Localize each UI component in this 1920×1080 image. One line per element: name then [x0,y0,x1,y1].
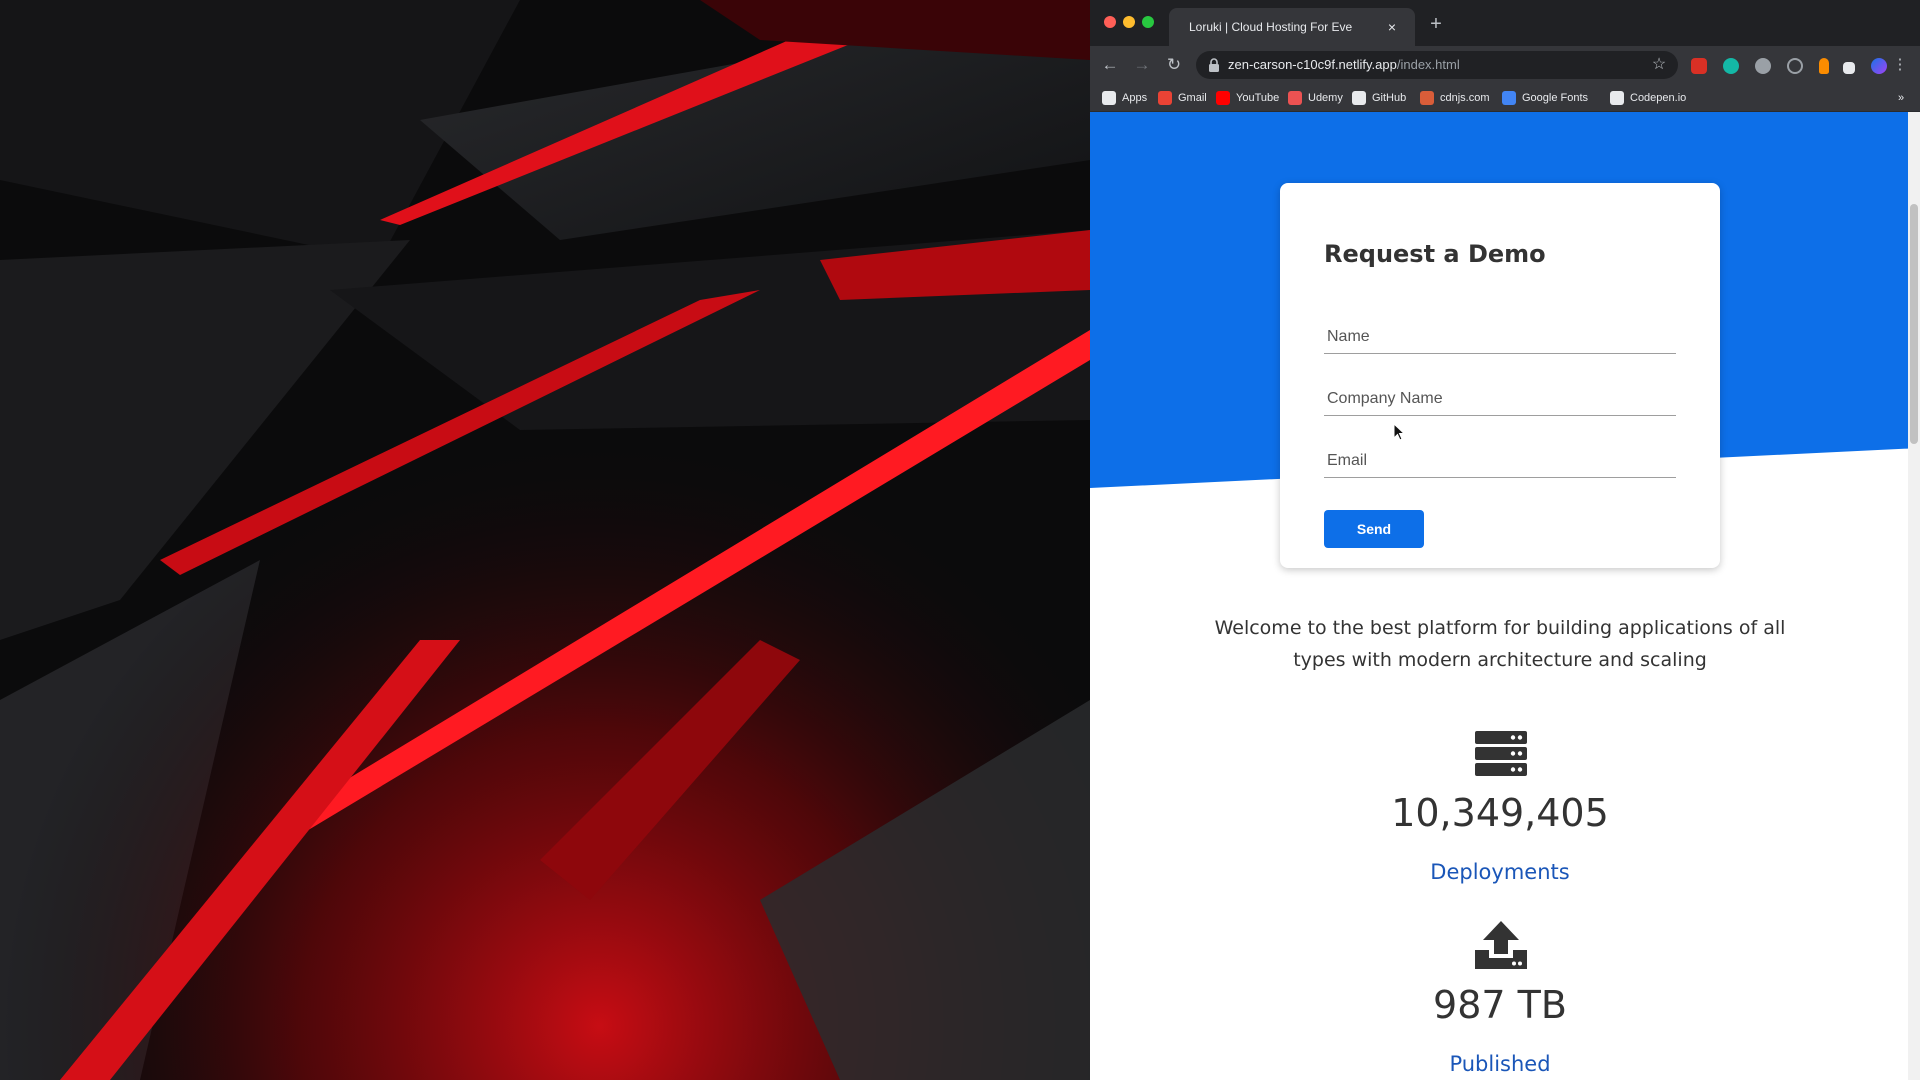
browser-tab[interactable]: Loruki | Cloud Hosting For Eve × [1169,8,1415,46]
scrollbar-thumb[interactable] [1910,204,1918,444]
extension-window-icon[interactable] [1843,62,1855,74]
bookmarks-overflow-button[interactable]: » [1898,89,1904,107]
name-field [1324,318,1676,354]
bookmark-github[interactable]: GitHub [1352,89,1406,107]
bookmark-label: Google Fonts [1522,92,1589,104]
welcome-text: Welcome to the best platform for buildin… [1214,617,1786,671]
page-scrollbar[interactable] [1908,112,1920,1080]
extension-bottle-icon[interactable] [1819,58,1829,74]
extension-teal-icon[interactable] [1723,58,1739,74]
name-input[interactable] [1324,324,1676,350]
upload-icon [1475,921,1527,969]
company-name-field [1324,380,1676,416]
bookmark-udemy[interactable]: Udemy [1288,89,1343,107]
browser-toolbar: ← → ↻ zen-carson-c10c9f.netlify.app/inde… [1090,46,1920,84]
browser-window: Loruki | Cloud Hosting For Eve × + ← → ↻… [1090,0,1920,1080]
desktop-wallpaper [0,0,1090,1080]
reload-button[interactable]: ↻ [1160,51,1188,79]
tab-close-icon[interactable]: × [1382,17,1402,37]
bookmark-star-icon[interactable]: ☆ [1648,54,1670,76]
forward-button[interactable]: → [1128,51,1156,79]
bookmark-label: Udemy [1308,92,1343,104]
request-demo-form: Request a Demo Send [1280,183,1720,568]
send-button[interactable]: Send [1324,510,1424,548]
gmail-icon [1158,91,1172,105]
bookmark-google-fonts[interactable]: Google Fonts [1502,89,1588,107]
deployments-label: Deployments [1430,860,1570,884]
code-brackets-icon [1420,91,1434,105]
web-page: Request a Demo Send Welcome to the best … [1090,112,1920,1080]
bookmark-label: Gmail [1178,92,1207,104]
lock-icon [1209,58,1219,72]
chevron-double-right-icon: » [1898,92,1905,104]
published-label: Published [1449,1052,1551,1076]
extension-gear-icon[interactable] [1755,58,1771,74]
bookmark-label: GitHub [1372,92,1407,104]
extension-circle-icon[interactable] [1787,58,1803,74]
youtube-icon [1216,91,1230,105]
form-title: Request a Demo [1324,240,1546,268]
google-fonts-icon [1502,91,1516,105]
url-text: zen-carson-c10c9f.netlify.app/index.html [1228,55,1628,75]
bookmark-label: Apps [1122,92,1148,104]
codepen-icon [1610,91,1624,105]
published-amount: 987 TB [1433,983,1567,1027]
email-input[interactable] [1324,448,1676,474]
github-icon [1352,91,1366,105]
bookmark-label: cdnjs.com [1440,92,1490,104]
address-bar[interactable]: zen-carson-c10c9f.netlify.app/index.html… [1196,51,1678,79]
bookmark-gmail[interactable]: Gmail [1158,89,1207,107]
maximize-window-button[interactable] [1142,16,1154,28]
extension-red-icon[interactable] [1691,58,1707,74]
back-button[interactable]: ← [1096,51,1124,79]
apps-grid-icon [1102,91,1116,105]
bookmark-label: YouTube [1236,92,1280,104]
tab-title: Loruki | Cloud Hosting For Eve [1189,20,1353,34]
extension-purple-icon[interactable] [1871,58,1887,74]
bookmark-codepen[interactable]: Codepen.io [1610,89,1686,107]
bookmark-label: Codepen.io [1630,92,1687,104]
bookmark-apps[interactable]: Apps [1102,89,1147,107]
close-window-button[interactable] [1104,16,1116,28]
bookmarks-bar: Apps Gmail YouTube Udemy GitHub cdnjs.co… [1090,84,1920,112]
udemy-icon [1288,91,1302,105]
bookmark-youtube[interactable]: YouTube [1216,89,1279,107]
minimize-window-button[interactable] [1123,16,1135,28]
email-field [1324,442,1676,478]
company-name-input[interactable] [1324,386,1676,412]
tab-strip: Loruki | Cloud Hosting For Eve × + [1090,0,1920,46]
bookmark-cdnjs[interactable]: cdnjs.com [1420,89,1490,107]
deployments-count: 10,349,405 [1391,791,1609,835]
server-icon [1475,731,1527,776]
url-host: zen-carson-c10c9f.netlify.app [1228,57,1397,72]
url-path: /index.html [1396,57,1460,72]
mouse-cursor-icon [1393,423,1405,441]
extensions-puzzle-icon[interactable]: ⋮ [1891,53,1909,77]
new-tab-button[interactable]: + [1425,13,1447,35]
